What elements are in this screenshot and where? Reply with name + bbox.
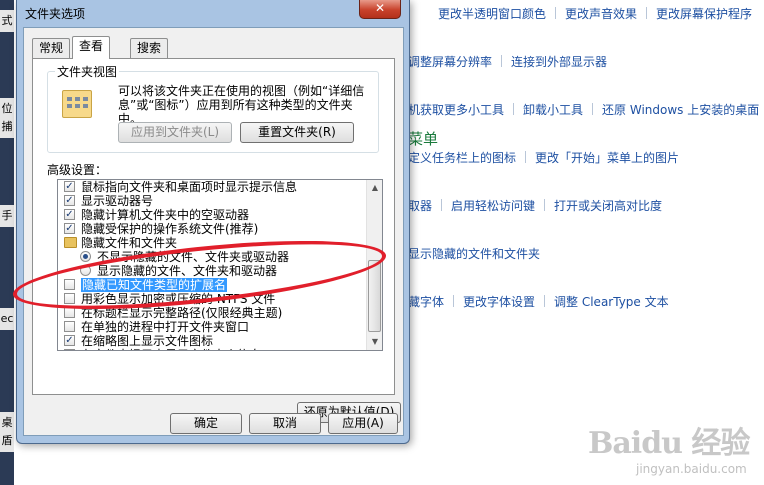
tree-item-label: 不显示隐藏的文件、文件夹或驱动器	[97, 250, 290, 264]
apply-button[interactable]: 应用(A)	[328, 413, 398, 434]
close-button[interactable]: ✕	[359, 0, 401, 19]
checkbox[interactable]	[64, 321, 75, 332]
tree-item-label: 用彩色显示加密或压缩的 NTFS 文件	[81, 292, 276, 306]
advanced-settings-tree[interactable]: ✓ 鼠标指向文件夹和桌面项时显示提示信息 ✓ 显示驱动器号 ✓ 隐藏计算机文件夹中的空驱动…	[57, 179, 383, 351]
ok-button[interactable]: 确定	[170, 413, 242, 434]
control-panel-link[interactable]: 连接到外部显示器	[511, 53, 607, 70]
reset-folders-button[interactable]: 重置文件夹(R)	[240, 122, 354, 143]
folder-views-title: 文件夹视图	[55, 63, 120, 80]
control-panel-link[interactable]: 取器	[408, 197, 432, 214]
tree-item-label: 隐藏受保护的操作系统文件(推荐)	[81, 222, 259, 236]
control-panel-link[interactable]: 定义任务栏上的图标	[408, 149, 516, 166]
scroll-down-button[interactable]: ▼	[367, 334, 382, 350]
link-row: 藏字体 更改字体设置 调整 ClearType 文本	[408, 293, 669, 310]
folder-views-description: 可以将该文件夹正在使用的视图（例如“详细信息”或“图标”）应用到所有这种类型的文…	[118, 84, 365, 126]
tree-item-label: 隐藏计算机文件夹中的空驱动器	[81, 208, 250, 222]
checkbox[interactable]: ✓	[64, 181, 75, 192]
view-tab-panel: 文件夹视图 可以将该文件夹正在使用的视图（例如“详细信息”或“图标”）应用到所有…	[32, 58, 401, 423]
control-panel-link[interactable]: 打开或关闭高对比度	[554, 197, 662, 214]
watermark-url: jingyan.baidu.com	[636, 462, 747, 476]
control-panel-link[interactable]: 显示隐藏的文件和文件夹	[408, 245, 540, 262]
link-separator	[544, 199, 546, 211]
link-row: 机获取更多小工具 卸载小工具 还原 Windows 上安装的桌面	[408, 101, 759, 118]
control-panel-link[interactable]: 调整 ClearType 文本	[554, 293, 669, 310]
tree-item-label: 在缩略图上显示文件图标	[81, 334, 214, 348]
link-row: 显示隐藏的文件和文件夹	[408, 245, 540, 262]
checkbox[interactable]	[64, 307, 75, 318]
watermark-logo: Baidu 经验	[588, 426, 750, 461]
radio-button[interactable]	[80, 251, 91, 262]
control-panel-link[interactable]: 卸载小工具	[523, 101, 583, 118]
title-bar[interactable]: 文件夹选项 ✕	[17, 0, 409, 24]
link-separator	[453, 295, 455, 307]
tree-item-label: 隐藏已知文件类型的扩展名	[81, 278, 228, 292]
control-panel-link[interactable]: 更改屏幕保护程序	[656, 5, 752, 22]
checkbox[interactable]	[64, 279, 75, 290]
tab-search[interactable]: 搜索	[130, 38, 169, 58]
tree-item-label: 隐藏文件和文件夹	[81, 236, 178, 250]
scroll-up-button[interactable]: ▲	[367, 180, 382, 196]
scroll-down-icon: ▼	[371, 337, 379, 346]
folder-view-icon	[62, 90, 92, 118]
advanced-settings-label: 高级设置：	[47, 163, 108, 177]
dialog-title: 文件夹选项	[25, 7, 86, 21]
control-panel-link[interactable]: 调整屏幕分辨率	[408, 53, 492, 70]
folder-options-dialog: 文件夹选项 ✕ 常规 查看 搜索 文件夹视图 可以将该文件夹正在使用的视图（例如…	[16, 0, 410, 444]
scroll-thumb[interactable]	[368, 260, 381, 332]
link-separator	[592, 103, 594, 115]
scroll-up-icon: ▲	[371, 183, 379, 192]
link-row: 调整屏幕分辨率 连接到外部显示器	[408, 53, 607, 70]
link-separator	[544, 295, 546, 307]
link-separator	[525, 151, 527, 163]
link-separator	[501, 55, 503, 67]
watermark: Baidu 经验 jingyan.baidu.com	[588, 418, 750, 476]
apply-to-folders-button[interactable]: 应用到文件夹(L)	[118, 122, 232, 143]
tab-view[interactable]: 查看	[72, 36, 111, 59]
tree-item-label: 鼠标指向文件夹和桌面项时显示提示信息	[81, 180, 298, 194]
section-heading: 菜单	[408, 130, 439, 148]
close-icon: ✕	[374, 1, 386, 15]
dialog-client-area: 常规 查看 搜索 文件夹视图 可以将该文件夹正在使用的视图（例如“详细信息”或“…	[23, 27, 404, 436]
checkbox[interactable]: ✓	[64, 209, 75, 220]
tree-item-label: 在标题栏显示完整路径(仅限经典主题)	[81, 306, 283, 320]
folder-icon	[64, 237, 77, 248]
checkbox[interactable]	[64, 293, 75, 304]
strip-fragment: ec	[0, 308, 14, 330]
tree-scrollbar[interactable]: ▲ ▼	[366, 180, 382, 350]
control-panel-link[interactable]: 更改字体设置	[463, 293, 535, 310]
strip-fragment: 捕	[0, 116, 14, 138]
link-separator	[555, 7, 557, 19]
control-panel-link[interactable]: 启用轻松访问键	[451, 197, 535, 214]
control-panel-link[interactable]: 机获取更多小工具	[408, 101, 504, 118]
control-panel-link[interactable]: 更改半透明窗口颜色	[438, 5, 546, 22]
link-separator	[646, 7, 648, 19]
link-separator	[441, 199, 443, 211]
tree-item-label: 在单独的进程中打开文件夹窗口	[81, 320, 250, 334]
checkbox[interactable]: ✓	[64, 335, 75, 346]
radio-button[interactable]	[80, 265, 91, 276]
tab-general[interactable]: 常规	[32, 38, 71, 58]
link-separator	[513, 103, 515, 115]
link-row: 更改半透明窗口颜色 更改声音效果 更改屏幕保护程序	[438, 5, 752, 22]
control-panel-link[interactable]: 藏字体	[408, 293, 444, 310]
control-panel-link[interactable]: 还原 Windows 上安装的桌面	[602, 101, 759, 118]
left-window-strip: 式位捕手 ec 桌盾	[0, 0, 14, 485]
folder-views-group: 文件夹视图 可以将该文件夹正在使用的视图（例如“详细信息”或“图标”）应用到所有…	[47, 63, 379, 153]
strip-fragment: 盾	[0, 430, 14, 452]
checkbox[interactable]: ✓	[64, 195, 75, 206]
tree-item-label: 显示隐藏的文件、文件夹和驱动器	[97, 264, 278, 278]
link-row: 取器 启用轻松访问键 打开或关闭高对比度	[408, 197, 662, 214]
link-row: 定义任务栏上的图标 更改「开始」菜单上的图片	[408, 149, 679, 166]
control-panel-link[interactable]: 更改声音效果	[565, 5, 637, 22]
checkbox[interactable]: ✓	[64, 223, 75, 234]
control-panel-link[interactable]: 更改「开始」菜单上的图片	[535, 149, 679, 166]
strip-fragment: 式	[0, 10, 14, 32]
tree-item-label: 显示驱动器号	[81, 194, 154, 208]
tree-item-label: 在文件夹提示中显示文件大小信息	[81, 348, 261, 350]
cancel-button[interactable]: 取消	[249, 413, 321, 434]
strip-fragment: 手	[0, 205, 14, 227]
checkbox[interactable]: ✓	[64, 349, 75, 350]
